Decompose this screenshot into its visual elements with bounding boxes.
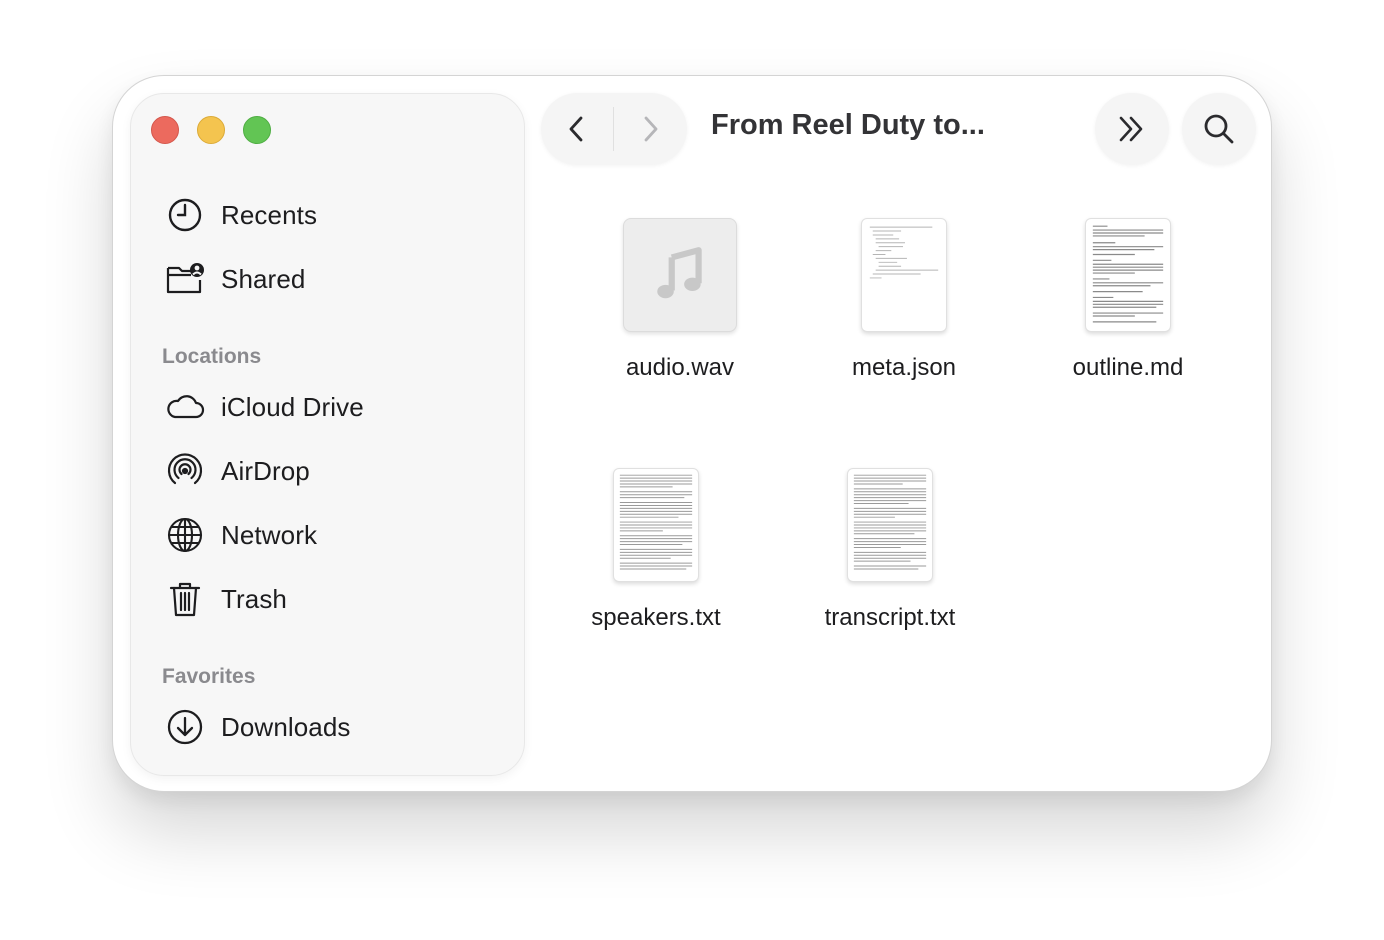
chevron-right-icon [644, 116, 658, 142]
zoom-button[interactable] [243, 116, 271, 144]
text-lines-icon [853, 474, 927, 570]
section-title-favorites: Favorites [162, 665, 256, 688]
sidebar-item-label: Network [221, 519, 318, 550]
markdown-document-thumbnail [1085, 218, 1171, 332]
text-document-thumbnail [613, 468, 699, 582]
window-controls [151, 116, 271, 144]
text-lines-icon [869, 226, 939, 279]
chevron-left-icon [569, 116, 583, 142]
sidebar-item-label: AirDrop [221, 455, 310, 486]
sidebar-item-label: Recents [221, 199, 318, 230]
sidebar-item-downloads[interactable]: Downloads [163, 701, 503, 753]
shared-folder-icon [163, 257, 207, 301]
file-name: transcript.txt [824, 604, 956, 631]
back-button[interactable] [541, 93, 613, 165]
trash-icon [163, 577, 207, 621]
airdrop-icon [163, 449, 207, 493]
close-button[interactable] [151, 116, 179, 144]
cloud-icon [163, 385, 207, 429]
search-icon [1204, 114, 1234, 144]
file-meta-json[interactable]: meta.json [804, 214, 1004, 382]
file-audio-wav[interactable]: audio.wav [580, 214, 780, 382]
text-lines-icon [1092, 225, 1164, 323]
sidebar-item-network[interactable]: Network [163, 509, 503, 561]
minimize-button[interactable] [197, 116, 225, 144]
file-name: speakers.txt [591, 604, 721, 631]
json-document-thumbnail [861, 218, 947, 332]
download-icon [163, 705, 207, 749]
file-transcript-txt[interactable]: transcript.txt [790, 464, 990, 632]
music-note-icon [623, 218, 737, 332]
finder-window: Recents Shared Locations iCloud Drive Ai… [112, 75, 1272, 792]
sidebar: Recents Shared Locations iCloud Drive Ai… [130, 93, 525, 776]
sidebar-item-trash[interactable]: Trash [163, 573, 503, 625]
file-name: outline.md [1072, 354, 1184, 381]
text-document-thumbnail [847, 468, 933, 582]
file-speakers-txt[interactable]: speakers.txt [556, 464, 756, 632]
text-lines-icon [619, 474, 693, 570]
file-outline-md[interactable]: outline.md [1028, 214, 1228, 382]
sidebar-item-icloud-drive[interactable]: iCloud Drive [163, 381, 503, 433]
sidebar-item-label: iCloud Drive [221, 391, 364, 422]
globe-icon [163, 513, 207, 557]
sidebar-item-label: Downloads [221, 711, 351, 742]
file-name: meta.json [851, 354, 957, 381]
window-title: From Reel Duty to... [711, 109, 985, 141]
section-title-locations: Locations [162, 345, 262, 368]
double-chevron-right-icon [1119, 116, 1143, 142]
search-button[interactable] [1182, 93, 1256, 165]
clock-icon [163, 193, 207, 237]
sidebar-item-airdrop[interactable]: AirDrop [163, 445, 503, 497]
sidebar-item-label: Shared [221, 263, 306, 294]
sidebar-item-label: Trash [221, 583, 287, 614]
navigation-buttons [541, 93, 687, 165]
file-name: audio.wav [625, 354, 735, 381]
forward-button[interactable] [614, 93, 686, 165]
sidebar-item-recents[interactable]: Recents [163, 189, 503, 241]
sidebar-item-shared[interactable]: Shared [163, 253, 503, 305]
toolbar-overflow-button[interactable] [1095, 93, 1169, 165]
